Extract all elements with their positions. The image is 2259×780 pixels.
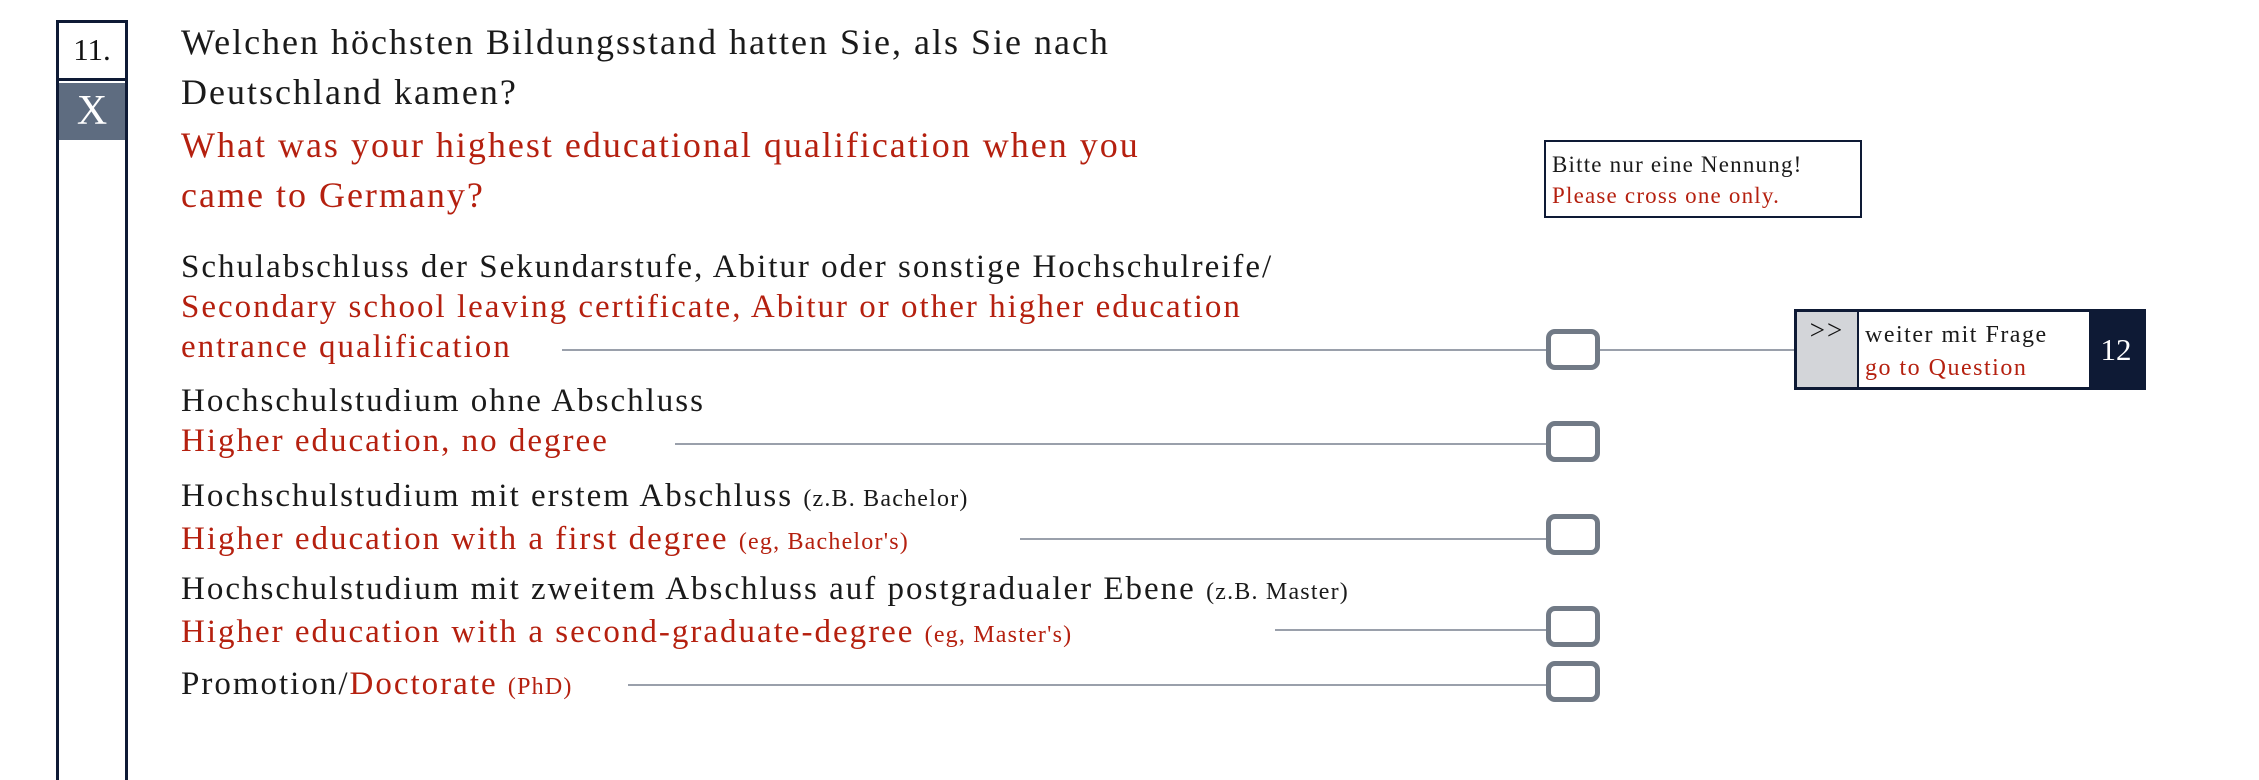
checkbox-secondary-school[interactable] (1546, 329, 1600, 370)
cross-marker-icon: X (59, 83, 125, 140)
instruction-en: Please cross one only. (1552, 183, 1781, 208)
option-label-de: Schulabschluss der Sekundarstufe, Abitur… (181, 249, 1274, 285)
option-second-degree: Hochschulstudium mit zweitem Abschluss a… (181, 569, 1349, 655)
question-title-en-line1: What was your highest educational qualif… (181, 125, 1140, 165)
checkbox-no-degree[interactable] (1546, 421, 1600, 462)
option-no-degree: Hochschulstudium ohne Abschluss Higher e… (181, 381, 705, 461)
checkbox-doctorate[interactable] (1546, 661, 1600, 702)
question-title-de-line1: Welchen höchsten Bildungsstand hatten Si… (181, 22, 1110, 62)
option-note-en: (eg, Master's) (924, 622, 1073, 648)
leader-line (562, 349, 1546, 351)
option-label-en: entrance qualification (181, 329, 512, 365)
leader-line (1020, 538, 1546, 540)
option-label-en: Secondary school leaving certificate, Ab… (181, 289, 1242, 325)
skip-connector-line (1600, 349, 1794, 351)
checkbox-second-degree[interactable] (1546, 606, 1600, 647)
question-title-de-line2: Deutschland kamen? (181, 72, 518, 112)
option-label-en: Doctorate (349, 666, 498, 702)
question-number-frame: 11. X (56, 20, 128, 780)
leader-line (675, 443, 1546, 445)
option-label-de: Hochschulstudium mit zweitem Abschluss a… (181, 571, 1196, 607)
question-number: 11. (59, 23, 125, 81)
skip-target-number: 12 (2089, 312, 2143, 387)
question-title-en-line2: came to Germany? (181, 175, 485, 215)
instruction-box: Bitte nur eine Nennung! Please cross one… (1544, 140, 1862, 218)
option-note-en: (eg, Bachelor's) (738, 529, 909, 555)
leader-line (628, 684, 1546, 686)
option-label-de: Hochschulstudium ohne Abschluss (181, 383, 705, 419)
leader-line (1275, 629, 1546, 631)
skip-text: weiter mit Frage go to Question (1865, 319, 2048, 385)
checkbox-first-degree[interactable] (1546, 514, 1600, 555)
skip-instruction-box: >> weiter mit Frage go to Question 12 (1794, 309, 2146, 390)
skip-arrow-icon: >> (1797, 312, 1859, 387)
option-note-de: (z.B. Bachelor) (803, 486, 969, 512)
option-note-de: (z.B. Master) (1206, 579, 1349, 605)
option-label-de: Hochschulstudium mit erstem Abschluss (181, 478, 794, 514)
option-label-en: Higher education with a second-graduate-… (181, 614, 915, 650)
option-label-de: Promotion/ (181, 666, 350, 702)
option-label-en: Higher education, no degree (181, 423, 609, 459)
instruction-de: Bitte nur eine Nennung! (1552, 152, 1803, 177)
option-doctorate: Promotion/Doctorate (PhD) (181, 664, 573, 707)
option-label-en: Higher education with a first degree (181, 521, 729, 557)
skip-text-de: weiter mit Frage (1865, 322, 2048, 348)
option-note-en: (PhD) (507, 674, 573, 700)
option-first-degree: Hochschulstudium mit erstem Abschluss (z… (181, 476, 969, 562)
skip-text-en: go to Question (1865, 355, 2028, 381)
